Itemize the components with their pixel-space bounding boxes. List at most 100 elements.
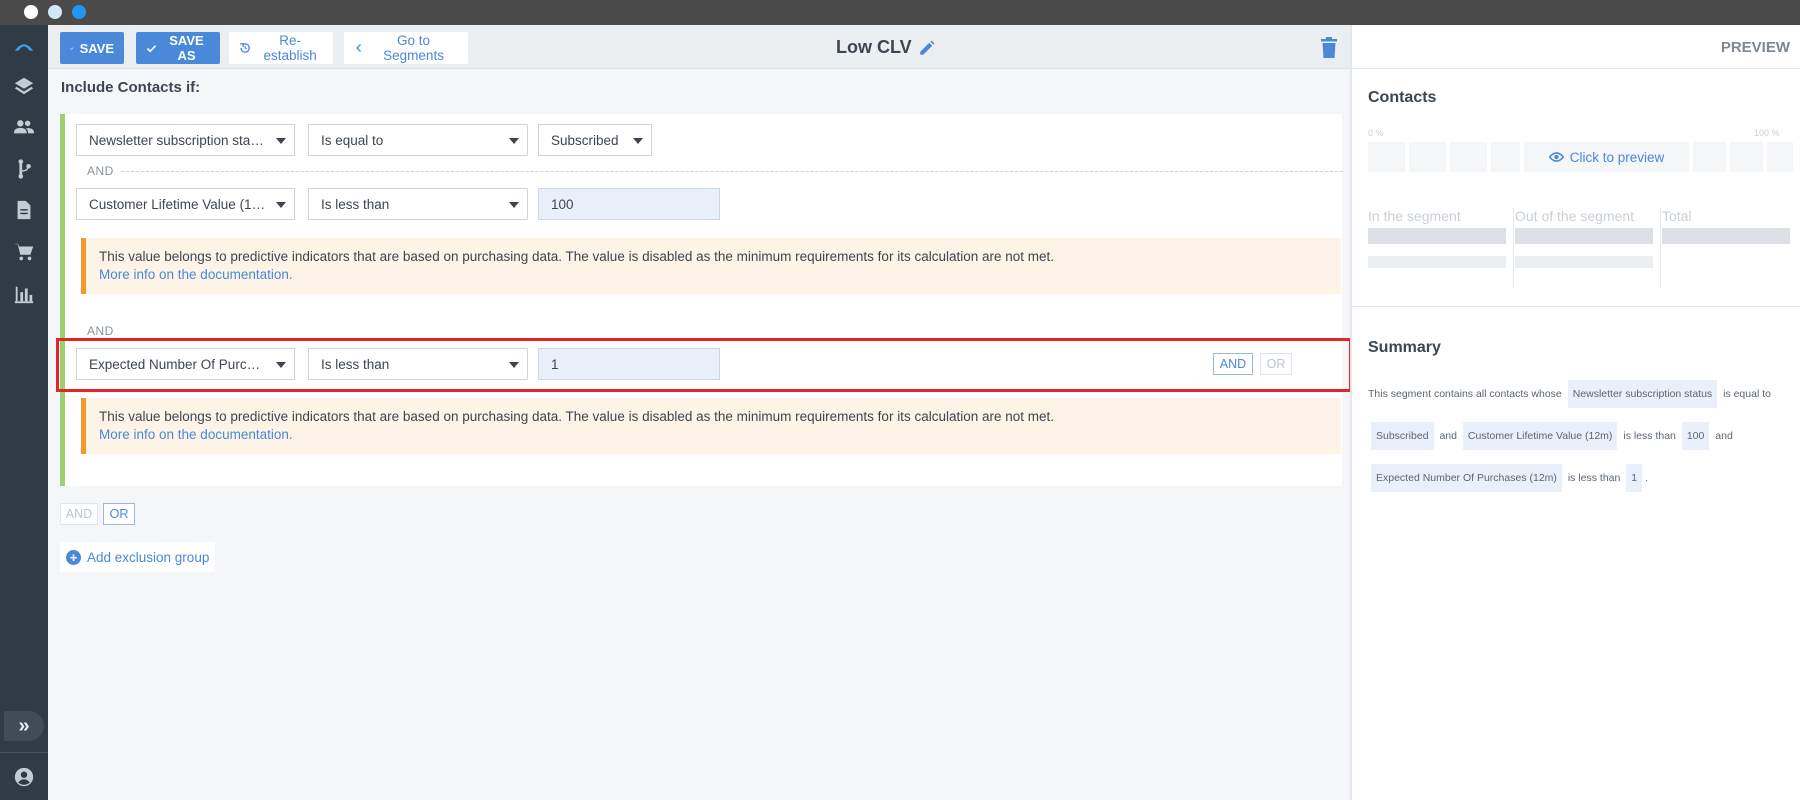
preview-bar-segment (1368, 142, 1405, 172)
rail-divider (0, 752, 48, 753)
preview-panel: PREVIEW Contacts 0 % 100 % Click to prev… (1350, 25, 1800, 800)
summary-end: . (1645, 472, 1649, 484)
group-and-button[interactable]: AND (60, 503, 98, 525)
value-input[interactable]: 1 (538, 348, 720, 380)
segment-title: Low CLV (836, 37, 912, 57)
add-exclusion-group-button[interactable]: + Add exclusion group (60, 542, 216, 572)
go-to-segments-label: Go to Segments (383, 33, 444, 63)
summary-chip: Customer Lifetime Value (12m) (1462, 422, 1618, 450)
operator-select[interactable]: Is less than (308, 188, 528, 220)
documentation-link[interactable]: More info on the documentation. (99, 266, 1328, 284)
value-input[interactable]: 100 (538, 188, 720, 220)
document-icon[interactable] (12, 198, 36, 222)
save-as-label: SAVE AS (169, 33, 204, 63)
preview-bar-segment (1409, 142, 1446, 172)
caret-down-icon (276, 138, 286, 144)
editor-toolbar: SAVE SAVE AS Re-establish Go to Segments… (48, 25, 1350, 69)
stat-out-of-segment: Out of the segment (1515, 208, 1653, 288)
include-contacts-label: Include Contacts if: (61, 79, 201, 96)
summary-connector: and (1439, 430, 1457, 442)
field-select-value: Newsletter subscription status (89, 132, 266, 148)
caret-down-icon (509, 202, 519, 208)
eye-icon (1548, 152, 1564, 162)
operator-select-value: Is less than (321, 356, 390, 372)
and-connector: AND (87, 324, 114, 338)
summary-operator: is less than (1623, 430, 1676, 442)
pencil-icon[interactable] (918, 39, 936, 57)
preview-header: PREVIEW (1352, 25, 1800, 69)
caret-down-icon (276, 362, 286, 368)
cart-icon[interactable] (12, 240, 36, 264)
summary-title: Summary (1368, 339, 1441, 356)
group-or-button[interactable]: OR (103, 503, 135, 525)
preview-bar-segment (1767, 142, 1793, 172)
operator-select-value: Is less than (321, 196, 390, 212)
stat-divider (1660, 208, 1661, 288)
history-icon (240, 43, 250, 53)
click-to-preview-button[interactable]: Click to preview (1524, 142, 1689, 172)
stat-placeholder (1368, 256, 1506, 268)
double-chevron-right-icon: » (18, 714, 30, 737)
preview-bar-segment (1693, 142, 1726, 172)
field-select-value: Customer Lifetime Value (12m) (89, 196, 266, 212)
save-as-button[interactable]: SAVE AS (136, 32, 220, 64)
operator-select[interactable]: Is less than (308, 348, 528, 380)
warning-text: This value belongs to predictive indicat… (99, 249, 1055, 264)
workflow-icon[interactable] (12, 157, 36, 181)
contacts-icon[interactable] (12, 115, 36, 139)
stat-total-label: Total (1662, 208, 1692, 224)
trash-icon[interactable] (1320, 37, 1338, 59)
stat-in-segment: In the segment (1368, 208, 1506, 288)
summary-chip: Expected Number Of Purchases (12m) (1371, 464, 1562, 492)
check-icon (146, 44, 157, 52)
logo-icon[interactable] (12, 35, 36, 59)
summary-intro: This segment contains all contacts whose (1368, 388, 1562, 400)
reestablish-button[interactable]: Re-establish (229, 32, 333, 64)
check-icon (70, 46, 74, 50)
plus-circle-icon: + (66, 549, 81, 565)
expand-rail-button[interactable]: » (4, 711, 44, 741)
caret-down-icon (509, 362, 519, 368)
field-select-value: Expected Number Of Purchases (12m) (89, 356, 266, 372)
stat-out-of-segment-label: Out of the segment (1515, 208, 1635, 224)
field-select[interactable]: Newsletter subscription status (76, 124, 295, 156)
save-button[interactable]: SAVE (60, 32, 124, 64)
and-connector: AND (87, 164, 114, 178)
chevron-left-icon (356, 44, 361, 52)
percent-max-label: 100 % (1754, 128, 1780, 138)
field-select[interactable]: Expected Number Of Purchases (12m) (76, 348, 295, 380)
value-input-text: 1 (551, 356, 559, 372)
stat-placeholder (1515, 228, 1653, 244)
field-select[interactable]: Customer Lifetime Value (12m) (76, 188, 295, 220)
stat-in-segment-label: In the segment (1368, 208, 1461, 224)
operator-select[interactable]: Is equal to (308, 124, 528, 156)
operator-select-value: Is equal to (321, 132, 384, 148)
go-to-segments-button[interactable]: Go to Segments (344, 32, 468, 64)
row-and-button[interactable]: AND (1213, 353, 1253, 375)
left-nav-rail: » (0, 25, 48, 800)
value-select[interactable]: Subscribed (538, 124, 652, 156)
preview-title: PREVIEW (1720, 39, 1790, 56)
summary-operator: is equal to (1723, 388, 1771, 400)
documentation-link[interactable]: More info on the documentation. (99, 426, 1328, 444)
window-close-button[interactable] (24, 5, 38, 19)
summary-chip: Subscribed (1371, 422, 1434, 450)
stat-placeholder (1515, 256, 1653, 268)
connector-divider (121, 171, 1343, 172)
stat-divider (1513, 208, 1514, 288)
layers-icon[interactable] (12, 74, 36, 98)
window-maximize-button[interactable] (72, 5, 86, 19)
caret-down-icon (276, 202, 286, 208)
warning-text: This value belongs to predictive indicat… (99, 409, 1055, 424)
condition-group: Newsletter subscription status Is equal … (60, 114, 1343, 486)
window-minimize-button[interactable] (48, 5, 62, 19)
row-or-button[interactable]: OR (1260, 353, 1292, 375)
percent-min-label: 0 % (1368, 128, 1384, 138)
stat-total: Total (1662, 208, 1790, 288)
preview-divider (1352, 306, 1800, 307)
preview-bar-segment (1450, 142, 1487, 172)
contacts-title: Contacts (1368, 89, 1437, 106)
reestablish-label: Re-establish (263, 33, 317, 63)
user-icon[interactable] (12, 765, 36, 789)
reports-icon[interactable] (12, 282, 36, 306)
